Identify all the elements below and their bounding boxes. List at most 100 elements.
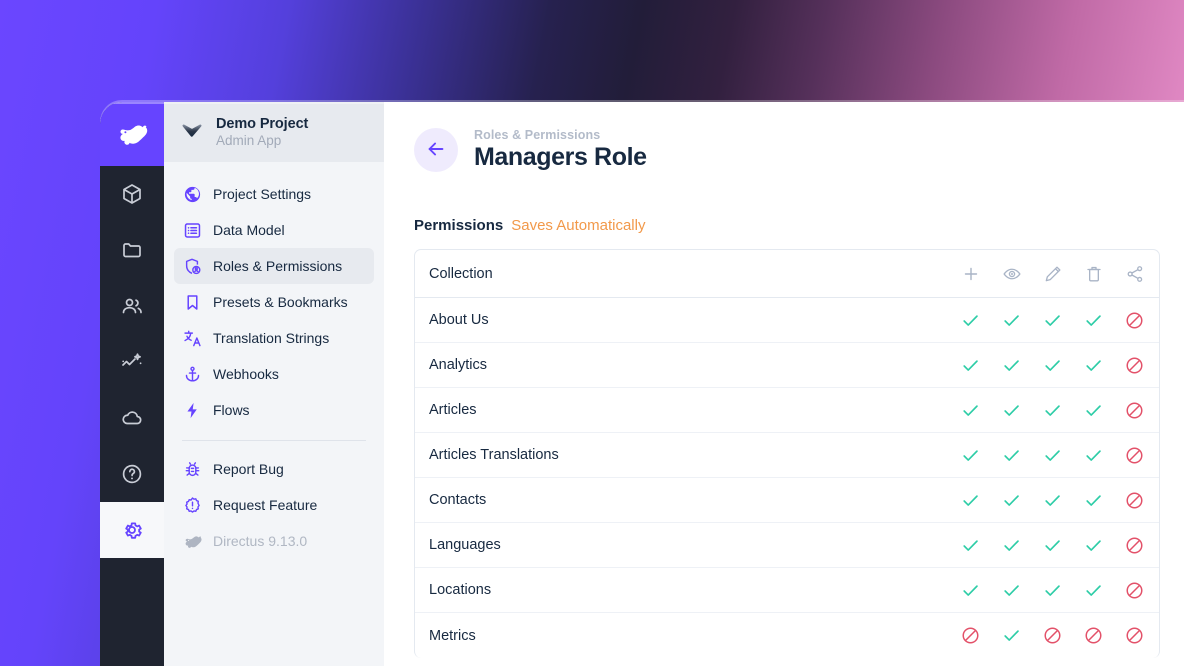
project-info[interactable]: Demo Project Admin App xyxy=(164,102,384,162)
permission-cell-share-deny[interactable] xyxy=(1114,433,1155,477)
permission-cell-delete-allow[interactable] xyxy=(1073,298,1114,342)
table-row: Articles xyxy=(415,388,1159,433)
permission-cell-delete-allow[interactable] xyxy=(1073,523,1114,567)
permission-cell-delete-allow[interactable] xyxy=(1073,388,1114,432)
collection-name: Articles Translations xyxy=(429,447,559,463)
permission-cell-create-allow[interactable] xyxy=(950,388,991,432)
block-icon xyxy=(1124,445,1145,466)
sidebar-item-label: Webhooks xyxy=(213,366,279,382)
module-item-cloud[interactable] xyxy=(100,390,164,446)
module-item-help[interactable] xyxy=(100,446,164,502)
permission-cell-delete-allow[interactable] xyxy=(1073,433,1114,477)
sidebar-item-label: Project Settings xyxy=(213,186,312,202)
column-header-create[interactable] xyxy=(950,250,991,297)
permission-cell-create-allow[interactable] xyxy=(950,478,991,522)
column-header-update[interactable] xyxy=(1032,250,1073,297)
permission-cell-update-allow[interactable] xyxy=(1032,478,1073,522)
check-icon xyxy=(1001,580,1022,601)
permission-cell-create-allow[interactable] xyxy=(950,568,991,612)
permission-cell-delete-deny[interactable] xyxy=(1073,613,1114,658)
permission-cell-create-allow[interactable] xyxy=(950,298,991,342)
check-icon xyxy=(1001,355,1022,376)
permission-cell-read-allow[interactable] xyxy=(991,523,1032,567)
check-icon xyxy=(1001,400,1022,421)
permission-cell-create-deny[interactable] xyxy=(950,613,991,658)
directus-rabbit-logo[interactable] xyxy=(100,102,164,166)
permissions-label: Permissions xyxy=(414,217,504,234)
permission-cell-share-deny[interactable] xyxy=(1114,478,1155,522)
block-icon xyxy=(1042,625,1063,646)
bolt-icon xyxy=(182,400,202,420)
permission-cell-read-allow[interactable] xyxy=(991,343,1032,387)
permission-cell-read-allow[interactable] xyxy=(991,433,1032,477)
sidebar-item-flows[interactable]: Flows xyxy=(174,392,374,428)
sidebar-item-roles-permissions[interactable]: Roles & Permissions xyxy=(174,248,374,284)
column-header-read[interactable] xyxy=(991,250,1032,297)
block-icon xyxy=(1124,625,1145,646)
permission-cell-read-allow[interactable] xyxy=(991,298,1032,342)
permission-cell-share-deny[interactable] xyxy=(1114,388,1155,432)
permission-cell-update-allow[interactable] xyxy=(1032,343,1073,387)
block-icon xyxy=(1124,535,1145,556)
permission-cell-share-deny[interactable] xyxy=(1114,343,1155,387)
table-row: Languages xyxy=(415,523,1159,568)
permission-cell-read-allow[interactable] xyxy=(991,568,1032,612)
translate-icon xyxy=(182,328,202,348)
sidebar-item-label: Presets & Bookmarks xyxy=(213,294,348,310)
sidebar-item-project-settings[interactable]: Project Settings xyxy=(174,176,374,212)
bug-report-icon xyxy=(182,459,202,479)
column-header-share[interactable] xyxy=(1114,250,1155,297)
permission-cell-update-allow[interactable] xyxy=(1032,433,1073,477)
permission-cell-update-allow[interactable] xyxy=(1032,568,1073,612)
permission-cell-create-allow[interactable] xyxy=(950,433,991,477)
table-header-row: Collection xyxy=(415,250,1159,298)
block-icon xyxy=(1124,310,1145,331)
check-icon xyxy=(960,355,981,376)
block-icon xyxy=(1124,490,1145,511)
collection-name: Metrics xyxy=(429,627,476,644)
permission-cell-share-deny[interactable] xyxy=(1114,523,1155,567)
permission-cell-share-deny[interactable] xyxy=(1114,568,1155,612)
permission-cell-update-deny[interactable] xyxy=(1032,613,1073,658)
settings-sidebar: Demo Project Admin App Project Settings … xyxy=(164,102,384,666)
plus-icon xyxy=(961,264,981,284)
directus-logo-dark-icon xyxy=(180,118,204,147)
sidebar-item-report-bug[interactable]: Report Bug xyxy=(174,451,374,487)
arrow-left-icon xyxy=(425,138,447,163)
module-item-user-directory[interactable] xyxy=(100,278,164,334)
collection-name: Contacts xyxy=(429,492,487,508)
permission-cell-read-allow[interactable] xyxy=(991,613,1032,658)
permission-cell-delete-allow[interactable] xyxy=(1073,343,1114,387)
breadcrumb[interactable]: Roles & Permissions xyxy=(474,128,647,142)
module-item-file-library[interactable] xyxy=(100,222,164,278)
globe-icon xyxy=(182,184,202,204)
permission-cell-create-allow[interactable] xyxy=(950,343,991,387)
admin-panel-settings-icon xyxy=(182,256,202,276)
sidebar-item-presets-bookmarks[interactable]: Presets & Bookmarks xyxy=(174,284,374,320)
sidebar-item-webhooks[interactable]: Webhooks xyxy=(174,356,374,392)
table-row: Metrics xyxy=(415,613,1159,658)
collection-name: About Us xyxy=(429,312,489,328)
sidebar-item-translation-strings[interactable]: Translation Strings xyxy=(174,320,374,356)
sidebar-item-request-feature[interactable]: Request Feature xyxy=(174,487,374,523)
permission-cell-update-allow[interactable] xyxy=(1032,523,1073,567)
permission-cell-share-deny[interactable] xyxy=(1114,298,1155,342)
permission-cell-create-allow[interactable] xyxy=(950,523,991,567)
check-icon xyxy=(1083,355,1104,376)
check-icon xyxy=(1042,445,1063,466)
permission-cell-delete-allow[interactable] xyxy=(1073,478,1114,522)
module-item-insights[interactable] xyxy=(100,334,164,390)
permission-cell-read-allow[interactable] xyxy=(991,388,1032,432)
module-item-content[interactable] xyxy=(100,166,164,222)
back-button[interactable] xyxy=(414,128,458,172)
eye-icon xyxy=(1002,264,1022,284)
permission-cell-read-allow[interactable] xyxy=(991,478,1032,522)
permission-cell-update-allow[interactable] xyxy=(1032,298,1073,342)
permission-cell-delete-allow[interactable] xyxy=(1073,568,1114,612)
permission-cell-update-allow[interactable] xyxy=(1032,388,1073,432)
sidebar-item-label: Report Bug xyxy=(213,461,284,477)
sidebar-item-data-model[interactable]: Data Model xyxy=(174,212,374,248)
column-header-delete[interactable] xyxy=(1073,250,1114,297)
permission-cell-share-deny[interactable] xyxy=(1114,613,1155,658)
module-item-settings[interactable] xyxy=(100,502,164,558)
